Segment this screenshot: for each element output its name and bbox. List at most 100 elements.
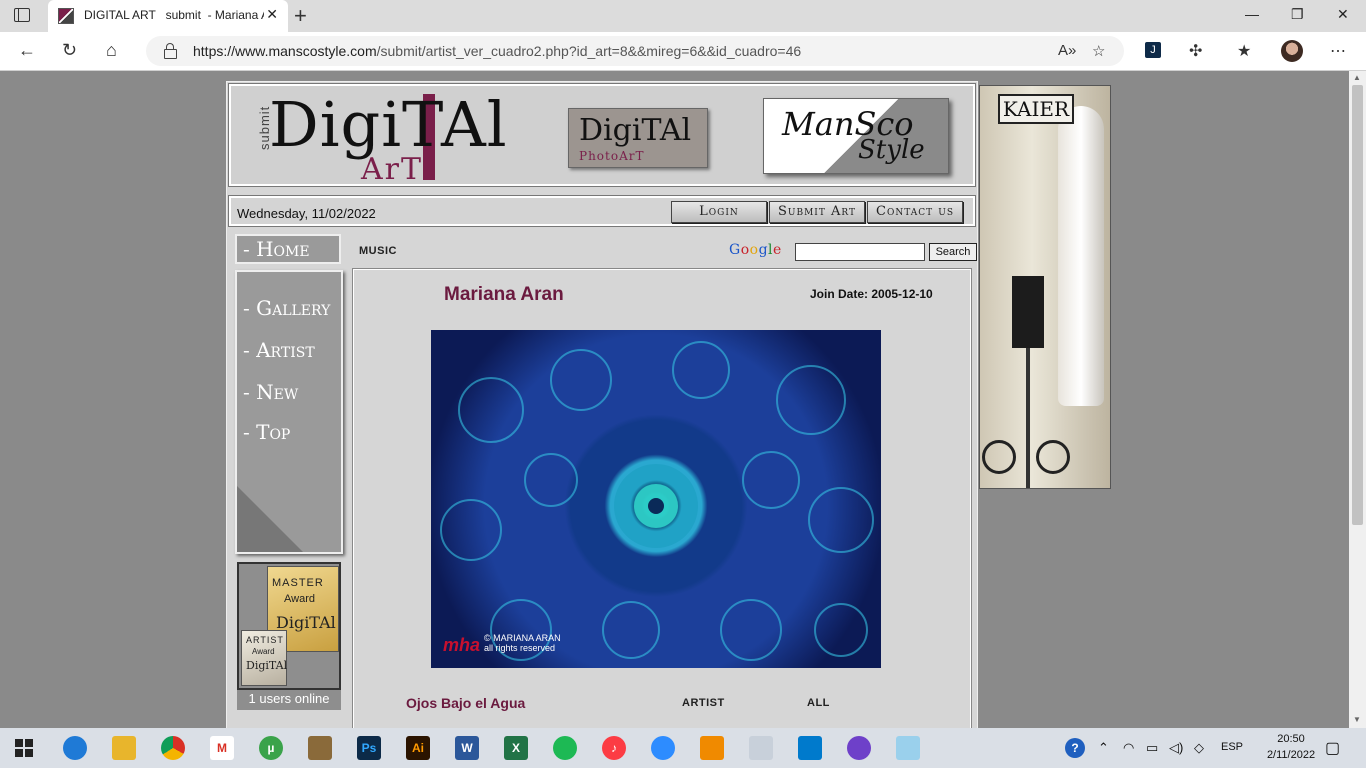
library-icon[interactable] bbox=[308, 736, 332, 760]
master-award-line1: MASTER bbox=[272, 577, 324, 589]
clock-time[interactable]: 20:50 bbox=[1266, 733, 1316, 745]
extensions-icon[interactable]: ✣ bbox=[1189, 41, 1202, 61]
refresh-icon[interactable]: ↻ bbox=[62, 40, 77, 60]
more-menu-icon[interactable]: ⋯ bbox=[1330, 41, 1346, 61]
artwork-panel: Mariana Aran Join Date: 2005-12-10 mha © … bbox=[352, 268, 972, 728]
kaier-logo: KAIER bbox=[998, 94, 1074, 124]
site-header: submit DigiTAl ArT DigiTAl PhotoArT ManS… bbox=[228, 83, 976, 187]
all-link[interactable]: ALL bbox=[807, 697, 830, 709]
bicycle-wheel-icon bbox=[1036, 440, 1070, 474]
address-url[interactable]: https://www.manscostyle.com/submit/artis… bbox=[193, 43, 801, 59]
close-tab-icon[interactable]: ✕ bbox=[266, 6, 278, 23]
clock-date[interactable]: 2/11/2022 bbox=[1254, 749, 1328, 761]
current-date: Wednesday, 11/02/2022 bbox=[237, 206, 376, 221]
artist-award-badge[interactable]: ARTIST Award DigiTAl bbox=[241, 630, 287, 686]
photoart-logo-top: DigiTAl bbox=[579, 113, 692, 148]
word-icon[interactable]: W bbox=[455, 736, 479, 760]
excel-icon[interactable]: X bbox=[504, 736, 528, 760]
digital-art-logo[interactable]: DigiTAl bbox=[269, 88, 508, 161]
address-bar[interactable]: https://www.manscostyle.com/submit/artis… bbox=[146, 36, 1124, 66]
chrome-icon[interactable] bbox=[161, 736, 185, 760]
artwork-watermark: mha © MARIANA ARAN all rights reserved bbox=[443, 633, 561, 655]
submit-art-button[interactable]: Submit Art bbox=[769, 201, 865, 223]
paint3d-icon[interactable] bbox=[896, 736, 920, 760]
scroll-up-icon[interactable]: ▲ bbox=[1353, 73, 1361, 82]
dropbox-icon[interactable]: ◇ bbox=[1194, 740, 1204, 756]
windows-start-icon[interactable] bbox=[15, 739, 33, 757]
site-favicon-icon bbox=[58, 8, 74, 24]
kaier-advertisement[interactable]: KAIER bbox=[979, 85, 1111, 489]
back-icon[interactable]: ← bbox=[18, 40, 36, 60]
ad-statue-image bbox=[1058, 106, 1104, 406]
home-icon[interactable]: ⌂ bbox=[106, 40, 117, 60]
tab-actions-icon[interactable] bbox=[14, 8, 30, 22]
new-tab-icon[interactable]: + bbox=[294, 3, 307, 29]
favorites-icon[interactable]: ★ bbox=[1237, 41, 1251, 61]
minimize-icon[interactable]: — bbox=[1245, 6, 1259, 22]
manscostyle-logo[interactable]: ManSco Style bbox=[763, 98, 949, 174]
nav-new[interactable]: - New bbox=[243, 380, 298, 404]
web-page: submit DigiTAl ArT DigiTAl PhotoArT ManS… bbox=[0, 71, 1349, 728]
google-search-input[interactable] bbox=[795, 243, 925, 261]
users-online: 1 users online bbox=[237, 690, 341, 710]
gmail-icon[interactable]: M bbox=[210, 736, 234, 760]
browser-tab[interactable]: DIGITAL ART submit - Mariana Aran ✕ bbox=[48, 0, 288, 32]
photoshop-icon[interactable]: Ps bbox=[357, 736, 381, 760]
artwork-image[interactable]: mha © MARIANA ARAN all rights reserved bbox=[431, 330, 881, 668]
volume-icon[interactable]: ◁) bbox=[1169, 740, 1183, 756]
nav-gallery[interactable]: - Gallery bbox=[243, 296, 330, 320]
artist-name: Mariana Aran bbox=[444, 284, 564, 305]
close-window-icon[interactable]: ✕ bbox=[1337, 6, 1349, 23]
spotify-icon[interactable] bbox=[553, 736, 577, 760]
browser-tabbar: DIGITAL ART submit - Mariana Aran ✕ + — … bbox=[0, 0, 1366, 32]
contact-us-button[interactable]: Contact us bbox=[867, 201, 963, 223]
login-button[interactable]: Login bbox=[671, 201, 767, 223]
lock-icon bbox=[164, 43, 177, 59]
read-aloud-icon[interactable]: A» bbox=[1058, 42, 1076, 59]
extension-j-icon[interactable]: J bbox=[1145, 42, 1161, 58]
menu-corner-decoration bbox=[237, 486, 303, 552]
mansco-logo-bottom: Style bbox=[858, 135, 925, 165]
paint-icon[interactable] bbox=[749, 736, 773, 760]
battery-icon[interactable]: ▭ bbox=[1146, 740, 1158, 756]
edge-icon[interactable] bbox=[63, 736, 87, 760]
category-label: MUSIC bbox=[359, 245, 397, 257]
artist-award-line2: Award bbox=[252, 647, 275, 656]
page-scrollbar[interactable]: ▲ ▼ bbox=[1349, 71, 1366, 728]
scroll-down-icon[interactable]: ▼ bbox=[1353, 715, 1361, 724]
github-icon[interactable] bbox=[847, 736, 871, 760]
profile-avatar[interactable] bbox=[1281, 40, 1303, 62]
join-date: Join Date: 2005-12-10 bbox=[810, 287, 933, 301]
nav-home[interactable]: - Home bbox=[235, 234, 341, 264]
favorite-add-icon[interactable]: ☆ bbox=[1092, 42, 1105, 60]
file-explorer-icon[interactable] bbox=[112, 736, 136, 760]
browser-navbar: ← ↻ ⌂ https://www.manscostyle.com/submit… bbox=[0, 32, 1366, 71]
logo-art-text: ArT bbox=[361, 152, 424, 187]
ad-sign-image bbox=[1012, 276, 1044, 348]
photoart-logo-bottom: PhotoArT bbox=[579, 149, 645, 163]
illustrator-icon[interactable]: Ai bbox=[406, 736, 430, 760]
nav-menu: - Gallery - Artist - New - Top bbox=[235, 270, 343, 554]
scrollbar-thumb[interactable] bbox=[1352, 85, 1363, 525]
info-bar: Wednesday, 11/02/2022 Login Submit Art C… bbox=[228, 195, 976, 227]
tab-title: DIGITAL ART submit - Mariana Aran bbox=[84, 8, 264, 22]
language-indicator[interactable]: ESP bbox=[1221, 741, 1243, 753]
master-award-line2: Award bbox=[284, 593, 315, 605]
restore-icon[interactable]: ❐ bbox=[1291, 6, 1304, 23]
nav-top[interactable]: - Top bbox=[243, 420, 290, 444]
nav-artist[interactable]: - Artist bbox=[243, 338, 315, 362]
artist-link[interactable]: ARTIST bbox=[682, 697, 725, 709]
digital-photoart-logo[interactable]: DigiTAl PhotoArT bbox=[568, 108, 708, 168]
wifi-icon[interactable]: ◠ bbox=[1123, 740, 1134, 756]
notifications-icon[interactable]: ▢ bbox=[1325, 738, 1340, 758]
utorrent-icon[interactable]: µ bbox=[259, 736, 283, 760]
ad-pole-image bbox=[1026, 348, 1030, 488]
zoom-icon[interactable] bbox=[651, 736, 675, 760]
search-button[interactable]: Search bbox=[929, 243, 977, 261]
awards-box: MASTER Award DigiTAl ARTIST Award DigiTA… bbox=[237, 562, 341, 690]
tray-overflow-icon[interactable]: ⌃ bbox=[1098, 740, 1109, 756]
itunes-icon[interactable]: ♪ bbox=[602, 736, 626, 760]
help-icon[interactable]: ? bbox=[1065, 738, 1085, 758]
vscode-icon[interactable] bbox=[798, 736, 822, 760]
vlc-icon[interactable] bbox=[700, 736, 724, 760]
